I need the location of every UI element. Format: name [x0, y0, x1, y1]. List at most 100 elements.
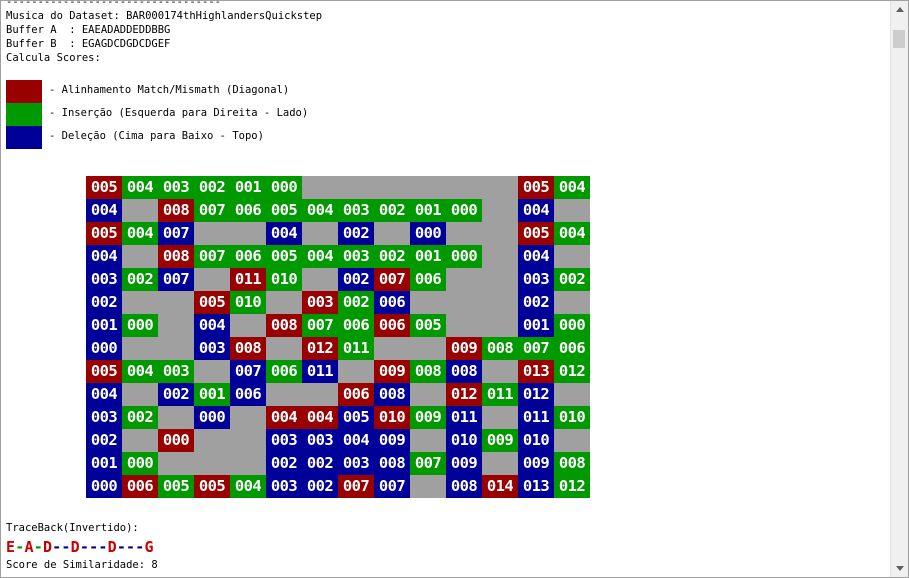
dataset-line: Musica do Dataset: BAR000174thHighlander…: [6, 10, 323, 22]
matrix-cell: 012: [302, 337, 338, 360]
matrix-cell: 009: [446, 452, 482, 475]
matrix-cell: 005: [158, 475, 194, 498]
matrix-cell: 004: [554, 176, 590, 199]
matrix-cell: 005: [410, 314, 446, 337]
legend-label: - Alinhamento Match/Mismath (Diagonal): [49, 84, 290, 96]
matrix-cell: 005: [518, 222, 554, 245]
matrix-cell: 004: [86, 383, 122, 406]
traceback-segment: D: [42, 538, 53, 556]
vertical-scrollbar[interactable]: [890, 1, 908, 577]
matrix-cell: 007: [374, 268, 410, 291]
matrix-cell: 004: [338, 429, 374, 452]
matrix-cell: 008: [266, 314, 302, 337]
matrix-cell: 006: [374, 314, 410, 337]
matrix-cell: 002: [338, 291, 374, 314]
matrix-cell: 011: [302, 360, 338, 383]
matrix-cell: 012: [518, 383, 554, 406]
scroll-thumb[interactable]: [893, 30, 905, 48]
matrix-cell: 003: [302, 429, 338, 452]
matrix-cell: 004: [302, 406, 338, 429]
matrix-cell: 005: [194, 475, 230, 498]
traceback-segment: D: [70, 538, 80, 556]
matrix-cell: 012: [446, 383, 482, 406]
matrix-cell: 008: [374, 383, 410, 406]
legend-insertion: - Inserção (Esquerda para Direita - Lado…: [6, 103, 426, 126]
matrix-cell: 008: [446, 360, 482, 383]
matrix-cell: 002: [158, 383, 194, 406]
matrix-cell: 002: [338, 268, 374, 291]
matrix-cell: 009: [410, 406, 446, 429]
matrix-cell: 003: [86, 406, 122, 429]
matrix-cell: 007: [338, 475, 374, 498]
matrix-cell: 007: [302, 314, 338, 337]
matrix-cell: 005: [86, 360, 122, 383]
arrow-up-icon: [895, 7, 904, 12]
matrix-cell: 005: [194, 291, 230, 314]
matrix-cell: 010: [446, 429, 482, 452]
matrix-cell: 002: [86, 429, 122, 452]
traceback-segment: E: [6, 538, 16, 556]
matrix-cell: 003: [194, 337, 230, 360]
matrix-cell: 007: [194, 199, 230, 222]
matrix-cell: 005: [266, 245, 302, 268]
matrix-cell: 009: [374, 429, 410, 452]
matrix-cell: 000: [446, 199, 482, 222]
matrix-cell: 011: [518, 406, 554, 429]
matrix-cell: 009: [518, 452, 554, 475]
matrix-cell: 000: [86, 475, 122, 498]
traceback-sequence: E-A-D--D---D---G: [6, 538, 154, 556]
matrix-cell: 004: [266, 406, 302, 429]
matrix-cell: 003: [302, 291, 338, 314]
matrix-cell: 000: [86, 337, 122, 360]
matrix-cell: 002: [554, 268, 590, 291]
calcula-scores-line: Calcula Scores:: [6, 52, 101, 64]
legend-swatch: [6, 126, 42, 149]
matrix-cell: 000: [122, 452, 158, 475]
matrix-cell: 001: [230, 176, 266, 199]
matrix-cell: 007: [374, 475, 410, 498]
matrix-cell: 004: [122, 360, 158, 383]
matrix-cell: 013: [518, 360, 554, 383]
matrix-cell: 003: [266, 429, 302, 452]
output-text: ---------------------------------- Music…: [6, 1, 886, 65]
matrix-cell: 004: [86, 199, 122, 222]
matrix-cell: 001: [410, 245, 446, 268]
matrix-cell: 006: [122, 475, 158, 498]
matrix-cell: 003: [338, 452, 374, 475]
matrix-cell: 004: [122, 222, 158, 245]
buffer-a-line: Buffer A : EAEADADDEDDBBG: [6, 24, 171, 36]
buffer-b-line: Buffer B : EGAGDCDGDCDGEF: [6, 38, 171, 50]
matrix-cell: 002: [374, 245, 410, 268]
matrix-cell: 011: [446, 406, 482, 429]
matrix-cell: 004: [554, 222, 590, 245]
matrix-cell: 011: [230, 268, 266, 291]
legend-swatch: [6, 80, 42, 103]
matrix-cell: 009: [482, 429, 518, 452]
matrix-cell: 010: [518, 429, 554, 452]
matrix-cell: 008: [446, 475, 482, 498]
matrix-cell: 010: [554, 406, 590, 429]
traceback-segment: --: [52, 538, 71, 556]
matrix-cell: 003: [338, 199, 374, 222]
matrix-cell: 005: [86, 222, 122, 245]
matrix-cell: 004: [518, 245, 554, 268]
matrix-cell: 000: [446, 245, 482, 268]
output-window: ---------------------------------- Music…: [0, 0, 909, 578]
matrix-cell: 002: [338, 222, 374, 245]
matrix-cell: 006: [230, 245, 266, 268]
legend-diagonal: - Alinhamento Match/Mismath (Diagonal): [6, 80, 426, 103]
matrix-cell: 004: [230, 475, 266, 498]
score-matrix: 005 004 003 002 001 000 005 004 004 008 007 006 005 0…: [86, 176, 590, 498]
matrix-cell: 011: [482, 383, 518, 406]
scroll-up-button[interactable]: [891, 1, 908, 18]
matrix-cell: 006: [230, 383, 266, 406]
matrix-cell: 004: [302, 199, 338, 222]
matrix-cell: 000: [554, 314, 590, 337]
scroll-down-button[interactable]: [891, 560, 908, 577]
matrix-cell: 003: [266, 475, 302, 498]
legend-swatch: [6, 103, 42, 126]
matrix-cell: 004: [518, 199, 554, 222]
matrix-cell: 008: [410, 360, 446, 383]
matrix-cell: 001: [194, 383, 230, 406]
matrix-cell: 005: [266, 199, 302, 222]
